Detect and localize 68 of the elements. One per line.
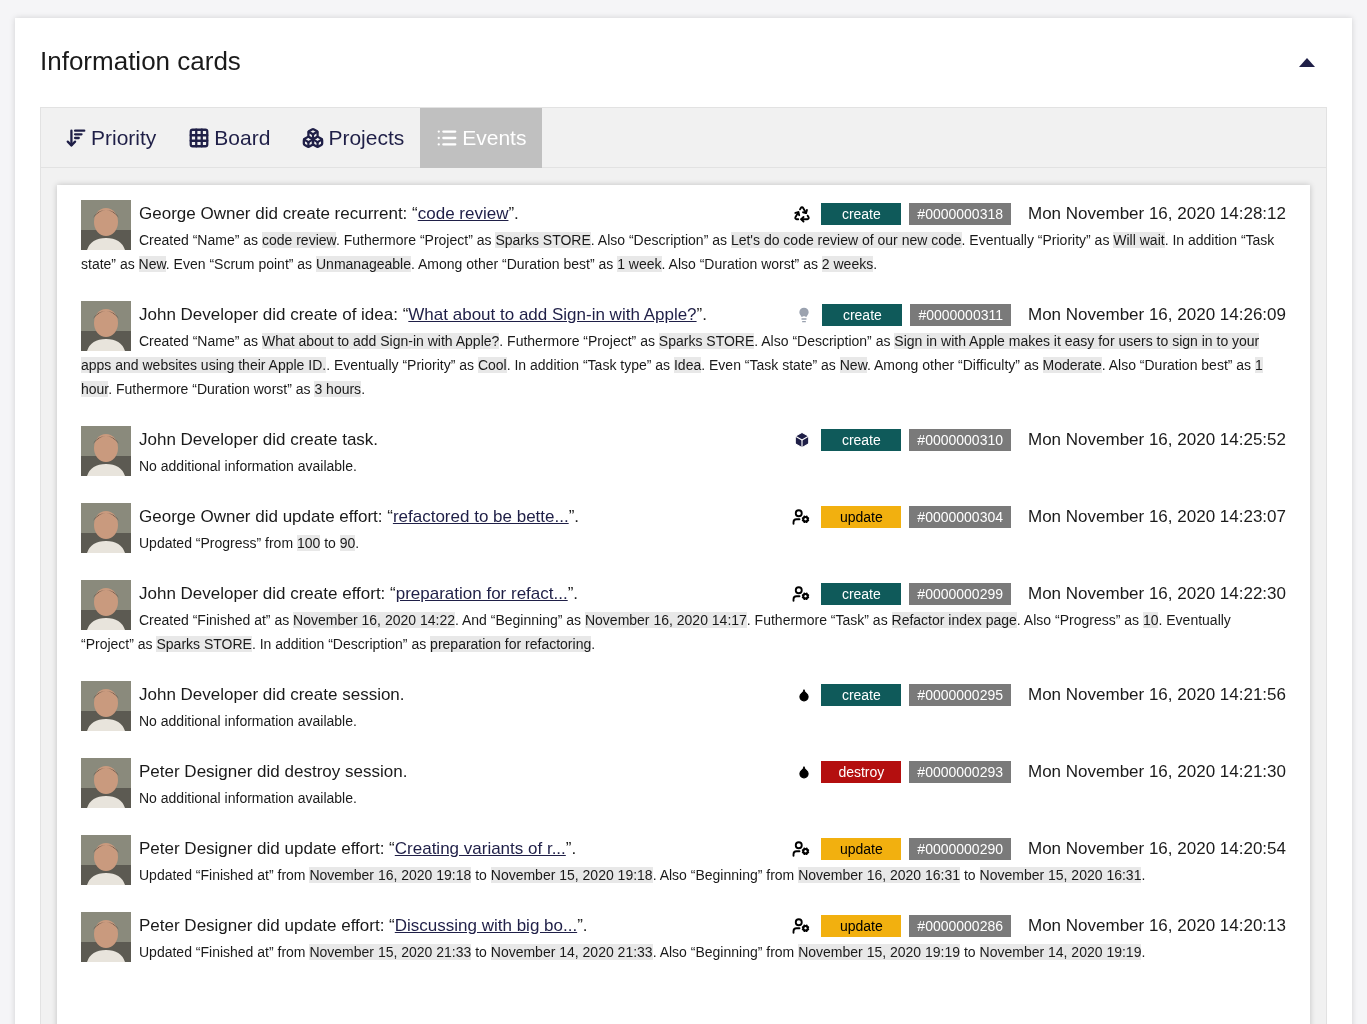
- event-link[interactable]: Creating variants of r...: [394, 839, 566, 859]
- tab[interactable]: Board: [172, 108, 287, 168]
- event-time: Mon November 16, 2020 14:28:12: [1027, 203, 1286, 226]
- grid-icon: [188, 127, 211, 149]
- tab[interactable]: Projects: [286, 108, 421, 168]
- event-time: Mon November 16, 2020 14:26:09: [1027, 304, 1286, 327]
- event-description: Updated “Progress” from 100 to 90.: [138, 534, 361, 553]
- event-time: Mon November 16, 2020 14:25:52: [1027, 429, 1286, 452]
- collapse-caret-icon[interactable]: [1299, 56, 1315, 67]
- event-description: Created “Name” as code review. Futhermore “Project” as Sparks STORE. Also “Description” as Let's do code review of our new code. Eventually “Priority” as Will wait. In addition “Task state” as New. Even “Scrum point” as Unmanageable. Among other “Duration best” as 1 week. Also “Duration worst” as 2 weeks.: [81, 231, 1276, 274]
- event-time: Mon November 16, 2020 14:21:56: [1027, 684, 1286, 707]
- action-badge: create: [821, 684, 902, 706]
- panel-title: Information cards: [40, 45, 241, 78]
- event-description: Created “Finished at” as November 16, 2020 14:22. And “Beginning” as November 16, 2020 14:17. Futhermore “Task” as Refactor index page. Also “Progress” as 10. Eventually “Project” as Sparks STORE. In addition “Description” as preparation for refactoring.: [81, 611, 1232, 654]
- event-number-badge: #0000000311: [910, 304, 1011, 326]
- action-badge: update: [821, 915, 902, 937]
- action-badge: update: [821, 838, 902, 860]
- user-gear-icon: [791, 917, 812, 935]
- event-link[interactable]: Discussing with big bo...: [394, 916, 578, 936]
- event-number-badge: #0000000295: [909, 684, 1011, 706]
- event-time: Mon November 16, 2020 14:20:54: [1027, 838, 1286, 861]
- event-link[interactable]: code review: [417, 204, 509, 224]
- action-badge: create: [821, 583, 902, 605]
- event-number-badge: #0000000286: [909, 915, 1011, 937]
- event-description: Updated “Finished at” from November 16, 2020 19:18 to November 15, 2020 19:18. Also “Beginning” from November 16, 2020 16:31 to November 15, 2020 16:31.: [138, 866, 1147, 885]
- list-icon: [436, 127, 459, 149]
- user-gear-icon: [791, 840, 812, 858]
- sort-icon: [65, 127, 87, 149]
- event-time: Mon November 16, 2020 14:23:07: [1027, 506, 1286, 529]
- action-badge: create: [822, 304, 903, 326]
- event-title: Peter Designer did update effort: “Discussing with big bo...”.: [139, 915, 588, 938]
- droplet-icon: [797, 764, 812, 780]
- event-title: John Developer did create effort: “preparation for refact...”.: [139, 583, 579, 606]
- boxes-icon: [302, 127, 325, 149]
- event-title: Peter Designer did update effort: “Creating variants of r...”.: [139, 838, 577, 861]
- action-badge: create: [821, 429, 902, 451]
- event-title: John Developer did create session.: [139, 684, 405, 707]
- recycle-icon: [793, 205, 812, 223]
- action-badge: destroy: [821, 761, 902, 783]
- event-number-badge: #0000000290: [909, 838, 1011, 860]
- event-link[interactable]: refactored to be bette...: [392, 507, 569, 527]
- user-gear-icon: [791, 585, 812, 603]
- event-description: No additional information available.: [138, 712, 358, 731]
- event-title: George Owner did create recurrent: “code review”.: [139, 203, 519, 226]
- user-gear-icon: [791, 508, 812, 526]
- event-title: George Owner did update effort: “refactored to be bette...”.: [139, 506, 580, 529]
- event-time: Mon November 16, 2020 14:22:30: [1027, 583, 1286, 606]
- event-link[interactable]: What about to add Sign-in with Apple?: [408, 305, 697, 325]
- event-time: Mon November 16, 2020 14:20:13: [1027, 915, 1286, 938]
- event-title: John Developer did create task.: [139, 429, 379, 452]
- event-title: Peter Designer did destroy session.: [139, 761, 408, 784]
- event-number-badge: #0000000318: [909, 203, 1011, 225]
- event-description: Updated “Finished at” from November 15, 2020 21:33 to November 14, 2020 21:33. Also “Beginning” from November 15, 2020 19:19 to November 14, 2020 19:19.: [138, 943, 1147, 962]
- cube-icon: [793, 431, 812, 449]
- event-description: No additional information available.: [138, 457, 358, 476]
- event-title: John Developer did create of idea: “What about to add Sign-in with Apple?”.: [139, 304, 707, 327]
- event-description: Created “Name” as What about to add Sign-in with Apple?. Futhermore “Project” as Sparks STORE. Also “Description” as Sign in with Apple makes it easy for users to sign in to your apps and websites using their Apple ID.. Eventually “Priority” as Cool. In addition “Task type” as Idea. Even “Task state” as New. Among other “Difficulty” as Moderate. Also “Duration best” as 1 hour. Futhermore “Duration worst” as 3 hours.: [81, 332, 1264, 399]
- event-description: No additional information available.: [138, 789, 358, 808]
- event-number-badge: #0000000310: [909, 429, 1011, 451]
- event-time: Mon November 16, 2020 14:21:30: [1027, 761, 1286, 784]
- event-number-badge: #0000000299: [909, 583, 1011, 605]
- action-badge: create: [821, 203, 902, 225]
- event-number-badge: #0000000304: [909, 506, 1011, 528]
- event-link[interactable]: preparation for refact...: [395, 584, 568, 604]
- droplet-icon: [797, 687, 812, 703]
- event-number-badge: #0000000293: [909, 761, 1011, 783]
- tab[interactable]: Priority: [49, 108, 173, 168]
- action-badge: update: [821, 506, 902, 528]
